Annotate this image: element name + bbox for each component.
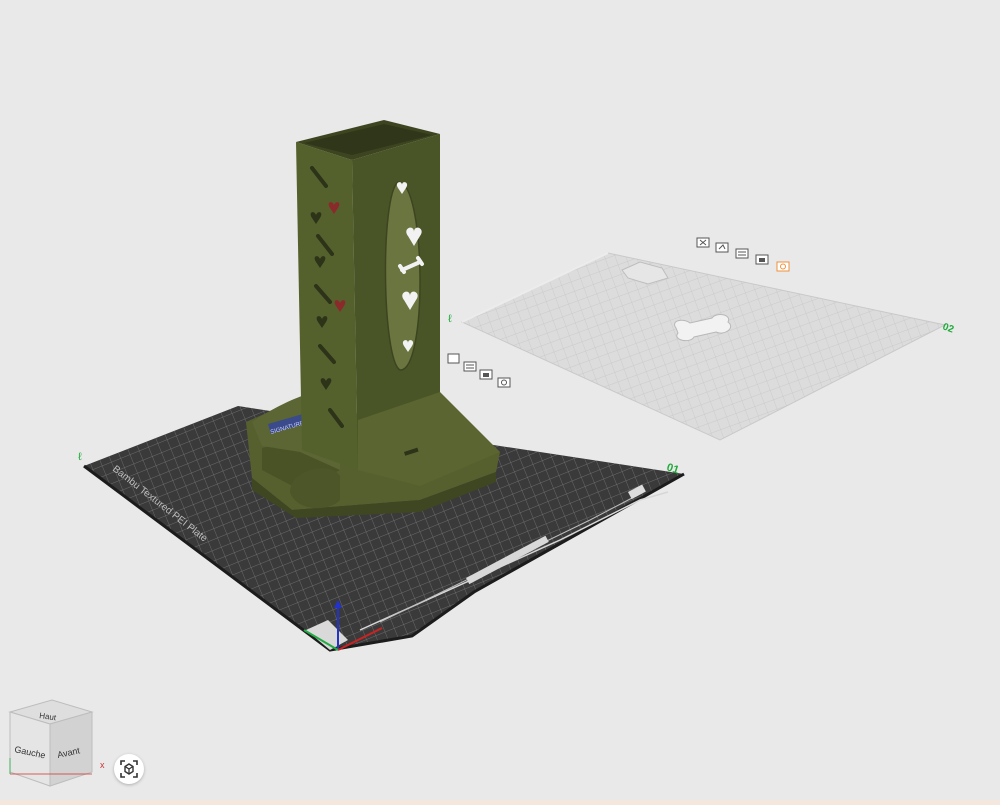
- 3d-scene[interactable]: ℓ 02 ℓ 01 Bambu Textured PEI Plate SIGNA…: [0, 0, 1000, 805]
- plate-01-orient-icon[interactable]: [447, 353, 460, 364]
- nav-cube-x-axis-label: x: [100, 760, 105, 770]
- plate-02-settings-icon[interactable]: [776, 261, 790, 272]
- dice-tower-model[interactable]: SIGNATURE: [246, 120, 500, 518]
- fit-view-icon: [120, 760, 138, 778]
- 3d-viewport[interactable]: ℓ 02 ℓ 01 Bambu Textured PEI Plate SIGNA…: [0, 0, 1000, 805]
- plate-02-toolbar: [696, 237, 790, 272]
- plate-02-arrange-icon[interactable]: [735, 248, 749, 259]
- plate-01-toolbar: [447, 353, 511, 388]
- plate-02-marker: ℓ: [448, 313, 452, 325]
- navigation-cube[interactable]: Haut Gauche Avant: [6, 698, 98, 790]
- plate-02-orient-icon[interactable]: [715, 242, 729, 253]
- status-strip: [0, 800, 1000, 805]
- plate-02-number: 02: [941, 321, 956, 335]
- plate-01-settings-icon[interactable]: [497, 377, 511, 388]
- plate-02[interactable]: ℓ 02: [448, 237, 956, 441]
- fit-view-button[interactable]: [114, 754, 144, 784]
- plate-01-marker: ℓ: [78, 451, 82, 463]
- plate-01-arrange-icon[interactable]: [463, 361, 477, 372]
